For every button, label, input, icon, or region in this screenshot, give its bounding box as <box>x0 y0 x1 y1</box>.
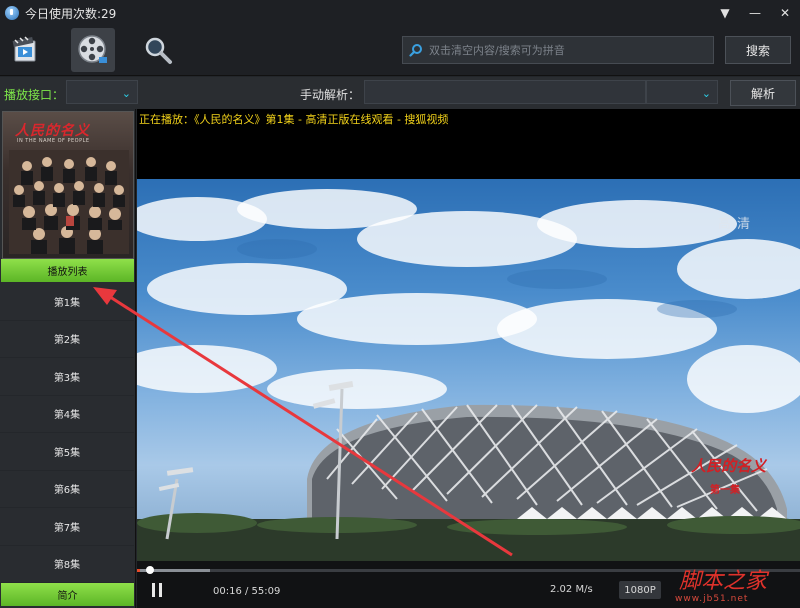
window-title: 今日使用次数:29 <box>25 6 117 21</box>
window-controls: ▼ — ✕ <box>710 0 800 26</box>
playlist-header[interactable]: 播放列表 <box>1 259 134 282</box>
manual-parse-label: 手动解析： <box>300 88 361 102</box>
pause-button[interactable] <box>151 583 163 597</box>
film-reel-icon[interactable] <box>71 28 115 72</box>
poster-subtitle: IN THE NAME OF PEOPLE <box>17 138 90 144</box>
site-watermark: 脚本之家 www.jb51.net <box>667 561 800 608</box>
episode-item[interactable]: 第5集 <box>0 433 134 471</box>
watermark-text: 脚本之家 <box>679 569 768 594</box>
download-speed: 2.02 M/s <box>550 584 593 595</box>
app-window: 今日使用次数:29 ▼ — ✕ 双击清空内容/搜索可为拼音 搜索 播放接口： ⌄… <box>0 0 800 608</box>
poster-title: 人民的名义 <box>15 123 90 139</box>
intro-button[interactable]: 简介 <box>1 583 134 606</box>
play-interface-label: 播放接口： <box>4 88 65 102</box>
player-controls: 00:16 / 55:09 2.02 M/s 1080P 脚本之家 www.jb… <box>137 561 800 608</box>
minimize-icon[interactable]: — <box>740 0 770 26</box>
title-bar: 今日使用次数:29 ▼ — ✕ <box>0 0 800 26</box>
chevron-down-icon: ⌄ <box>121 87 131 100</box>
episode-item[interactable]: 第1集 <box>0 283 134 321</box>
video-scene <box>137 189 800 561</box>
video-clip-icon[interactable] <box>4 28 48 72</box>
playback-time: 00:16 / 55:09 <box>213 586 281 597</box>
search-icon <box>409 43 423 57</box>
parse-button[interactable]: 解析 <box>730 80 796 106</box>
episode-list: 第1集 第2集 第3集 第4集 第5集 第6集 第7集 第8集 <box>0 283 134 583</box>
toolbar: 搜索 <box>0 26 800 76</box>
quality-button[interactable]: 1080P <box>619 581 661 599</box>
sidebar: 人民的名义 IN THE NAME OF PEOPLE 播放列表 第1集 第2集… <box>0 109 136 608</box>
episode-item[interactable]: 第2集 <box>0 321 134 358</box>
chevron-down-icon[interactable]: ▼ <box>710 0 740 26</box>
search-button[interactable]: 搜索 <box>725 36 791 64</box>
poster-image[interactable]: 人民的名义 IN THE NAME OF PEOPLE <box>2 111 134 259</box>
progress-fill <box>137 569 141 572</box>
watermark-url: www.jb51.net <box>675 594 749 604</box>
interface-bar: 播放接口： ⌄ 手动解析： ⌄ 解析 <box>0 77 800 109</box>
chevron-down-icon: ⌄ <box>701 87 711 100</box>
episode-item[interactable]: 第7集 <box>0 508 134 546</box>
play-interface-select[interactable]: ⌄ <box>66 80 138 104</box>
now-playing-text: 正在播放：《人民的名义》第1集 - 高清正版在线观看 - 搜狐视频 <box>139 113 449 126</box>
progress-handle[interactable] <box>146 566 155 574</box>
poster-crowd-illustration <box>9 150 129 254</box>
close-icon[interactable]: ✕ <box>770 0 800 26</box>
video-episode-logo: 第一集 <box>710 485 740 496</box>
episode-item[interactable]: 第8集 <box>0 546 134 583</box>
hd-watermark: 高清 <box>717 217 756 232</box>
search-field[interactable] <box>402 36 714 64</box>
video-frame[interactable]: 高清 人民的名义 第一集 <box>137 179 800 561</box>
episode-item[interactable]: 第3集 <box>0 358 134 396</box>
manual-parse-input[interactable] <box>364 80 646 104</box>
app-logo-icon <box>5 6 19 20</box>
video-title-logo: 人民的名义 <box>690 457 766 475</box>
video-player: 正在播放：《人民的名义》第1集 - 高清正版在线观看 - 搜狐视频 高清 人民的… <box>137 109 800 608</box>
search-input[interactable] <box>429 43 699 57</box>
episode-item[interactable]: 第4集 <box>0 396 134 433</box>
search-icon[interactable] <box>136 28 180 72</box>
episode-item[interactable]: 第6集 <box>0 471 134 508</box>
manual-parse-select[interactable]: ⌄ <box>646 80 718 104</box>
